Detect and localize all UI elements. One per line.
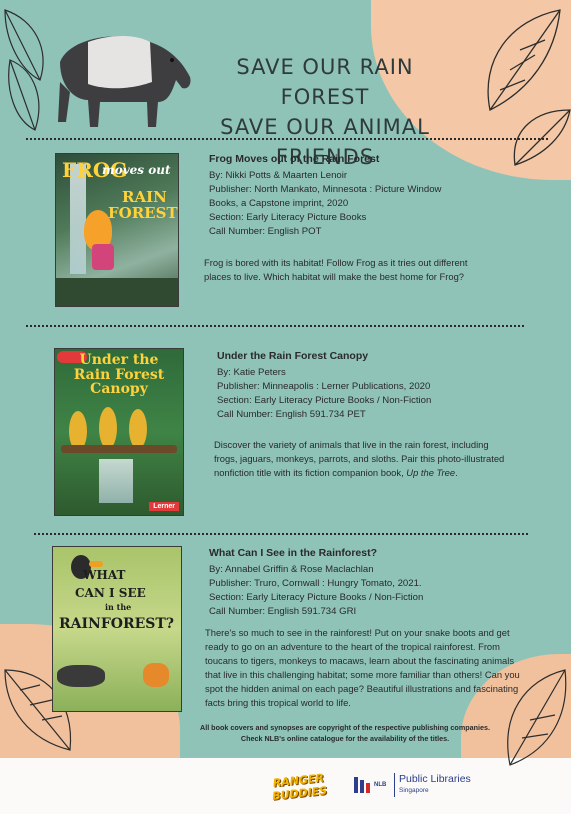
book-info-1: Frog Moves out of the Rain Forest By: Ni… xyxy=(209,152,444,239)
nlb-abbr: NLB xyxy=(374,782,387,788)
branch xyxy=(61,445,177,453)
tiger xyxy=(143,663,169,687)
companion-title: Up the Tree xyxy=(406,467,456,478)
book-authors: By: Annabel Griffin & Rose Maclachlan xyxy=(209,564,374,575)
book-synopsis: Discover the variety of animals that liv… xyxy=(214,438,506,480)
waterfall xyxy=(99,459,133,503)
publisher-badge: Lerner xyxy=(149,502,179,511)
cover-title-canopy: Under the Rain Forest Canopy xyxy=(73,352,165,398)
book-cover-frog: FROG moves out RAIN FOREST xyxy=(55,153,179,307)
synopsis-text: Discover the variety of animals that liv… xyxy=(214,439,505,478)
book-call-number: Call Number: English 591.734 GRI xyxy=(209,606,357,617)
nlb-country: Singapore xyxy=(399,787,429,794)
cover-title-rainforest: RAINFOREST? xyxy=(59,616,175,632)
book-authors: By: Katie Peters xyxy=(217,367,286,378)
book-synopsis: Frog is bored with its habitat! Follow F… xyxy=(204,257,468,282)
copyright-note: All book covers and synopses are copyrig… xyxy=(200,722,490,744)
book-title: Frog Moves out of the Rain Forest xyxy=(209,153,380,165)
book-cover-canopy: Under the Rain Forest Canopy Lerner xyxy=(54,348,184,516)
ranger-buddies-text: RANGER BUDDIES xyxy=(271,771,328,803)
book-publisher: Publisher: Minneapolis : Lerner Publicat… xyxy=(217,381,431,392)
nlb-mark-icon xyxy=(354,777,370,793)
ranger-buddies-logo: RANGER BUDDIES xyxy=(266,770,332,804)
cover-ground xyxy=(56,278,178,306)
page-title-line-1: SAVE OUR RAIN FOREST xyxy=(236,55,414,109)
cover-title-can-i-see: CAN I SEE xyxy=(75,586,146,600)
nlb-name: Public Libraries xyxy=(399,773,471,785)
divider-3 xyxy=(34,533,528,535)
poster: SAVE OUR RAIN FOREST SAVE OUR ANIMAL FRI… xyxy=(0,0,571,814)
book-publisher: Publisher: Truro, Cornwall : Hungry Toma… xyxy=(209,578,422,589)
anteater xyxy=(57,665,105,687)
parrot-3 xyxy=(129,409,147,449)
book-cover-rainforest: WHAT CAN I SEE in the RAINFOREST? xyxy=(52,546,182,712)
cover-title-what: WHAT xyxy=(83,568,126,582)
cover-title-forest: FOREST xyxy=(108,204,178,222)
book-publisher: Publisher: North Mankato, Minnesota : Pi… xyxy=(209,184,442,209)
book-section: Section: Early Literacy Picture Books / … xyxy=(209,592,424,603)
parrot-2 xyxy=(99,407,117,449)
book-synopsis: There's so much to see in the rainforest… xyxy=(205,627,520,708)
book-section: Section: Early Literacy Picture Books xyxy=(209,212,367,223)
book-title: What Can I See in the Rainforest? xyxy=(209,547,378,559)
divider-1 xyxy=(26,138,548,140)
copyright-line-1: All book covers and synopses are copyrig… xyxy=(200,723,490,732)
toucan-beak xyxy=(89,561,103,567)
book-info-2: Under the Rain Forest Canopy By: Katie P… xyxy=(217,349,467,422)
cover-subtitle-frog: moves out xyxy=(102,163,171,177)
book-title: Under the Rain Forest Canopy xyxy=(217,350,369,362)
tapir-illustration xyxy=(58,36,191,127)
frog-suitcase xyxy=(92,244,114,270)
book-info-3: What Can I See in the Rainforest? By: An… xyxy=(209,546,459,619)
nlb-separator xyxy=(394,773,395,797)
divider-2 xyxy=(26,325,524,327)
synopsis-end: . xyxy=(455,467,458,478)
book-call-number: Call Number: English 591.734 PET xyxy=(217,409,366,420)
book-section: Section: Early Literacy Picture Books / … xyxy=(217,395,432,406)
book-authors: By: Nikki Potts & Maarten Lenoir xyxy=(209,170,348,181)
cover-title-in-the: in the xyxy=(105,602,132,612)
nlb-logo: NLB Public Libraries Singapore xyxy=(352,770,472,802)
copyright-line-2: Check NLB's online catalogue for the ava… xyxy=(240,734,450,743)
book-call-number: Call Number: English POT xyxy=(209,226,322,237)
